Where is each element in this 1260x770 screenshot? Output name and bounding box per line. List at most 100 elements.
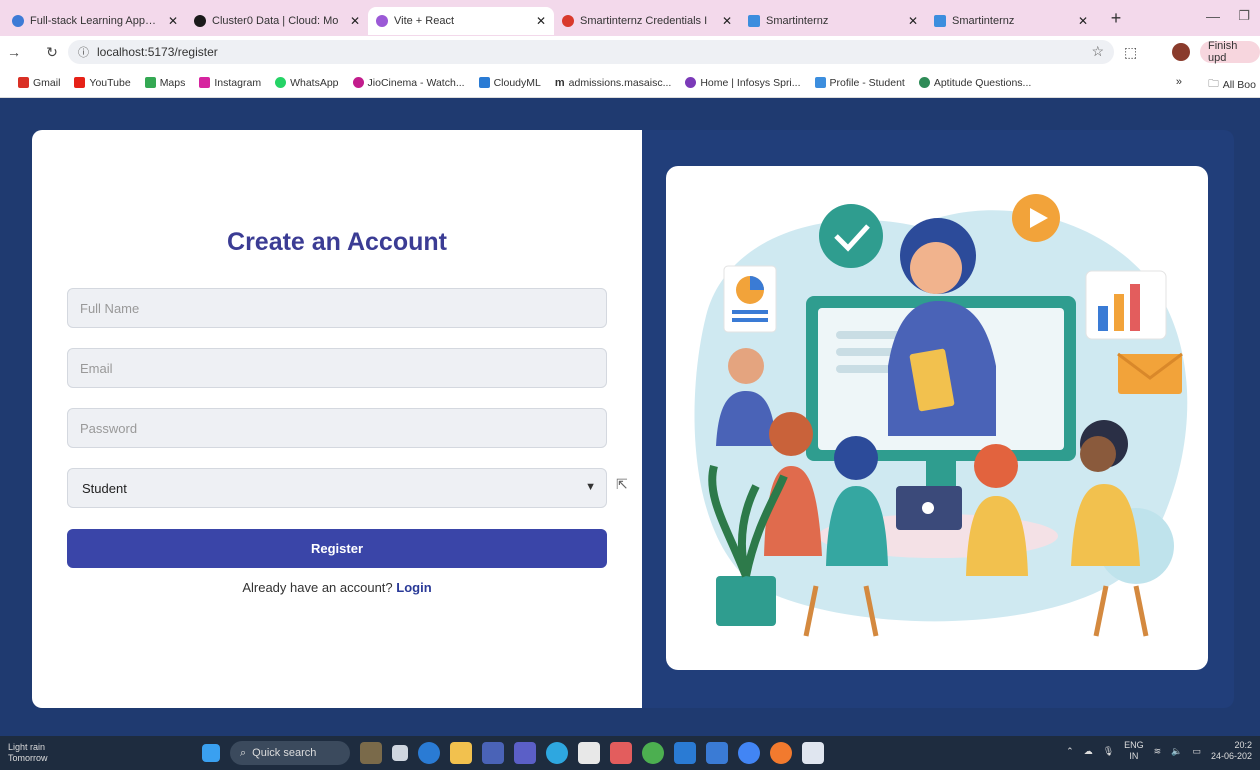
minimize-icon[interactable]: — — [1206, 8, 1220, 24]
teams-icon[interactable] — [514, 742, 536, 764]
volume-icon[interactable]: 🔈 — [1171, 746, 1182, 757]
bookmark-label: Aptitude Questions... — [933, 76, 1032, 89]
profile-icon — [814, 77, 826, 88]
google-icon[interactable] — [738, 742, 760, 764]
tab-fullstack[interactable]: Full-stack Learning App Sc ✕ — [4, 7, 186, 35]
new-tab-button[interactable]: + — [1104, 8, 1128, 29]
chevron-down-icon: ▼ — [585, 481, 596, 493]
bookmark-gmail[interactable]: Gmail — [18, 77, 60, 89]
bookmark-label: JioCinema - Watch... — [367, 76, 465, 89]
infosys-icon — [685, 77, 697, 88]
edge-icon[interactable] — [418, 742, 440, 764]
windows-start-icon[interactable] — [202, 744, 220, 762]
bookmark-infosys[interactable]: Home | Infosys Spri... — [685, 77, 801, 89]
tab-smartinternz[interactable]: Smartinternz ✕ — [740, 7, 926, 35]
bookmark-star-icon[interactable]: ☆ — [1091, 43, 1104, 60]
store-icon[interactable] — [482, 742, 504, 764]
bookmark-label: All Boo — [1222, 79, 1256, 91]
bookmarks-overflow-button[interactable]: » — [1176, 76, 1182, 88]
youtube-icon — [74, 77, 86, 88]
lang-code: ENG — [1124, 740, 1144, 750]
language-indicator[interactable]: ENG IN — [1124, 740, 1144, 762]
tab-title: Smartinternz Credentials I — [580, 15, 708, 27]
lang-region: IN — [1129, 751, 1139, 761]
vscode-icon[interactable] — [674, 742, 696, 764]
reload-icon[interactable]: ↻ — [40, 44, 64, 61]
bookmark-maps[interactable]: Maps — [144, 77, 185, 89]
close-icon[interactable]: ✕ — [722, 14, 732, 28]
calendar-icon[interactable] — [578, 742, 600, 764]
avatar[interactable] — [1172, 43, 1190, 61]
notes-icon[interactable] — [706, 742, 728, 764]
cloudyml-icon — [478, 77, 490, 88]
full-name-input[interactable] — [67, 288, 607, 328]
tab-favicon-icon — [562, 15, 574, 27]
bookmark-jiocinema[interactable]: JioCinema - Watch... — [352, 76, 465, 89]
weather-line: Tomorrow — [8, 753, 48, 763]
bookmark-cloudyml[interactable]: CloudyML — [478, 77, 541, 89]
instagram-icon — [199, 77, 211, 88]
tab-title: Full-stack Learning App Sc — [30, 15, 158, 27]
close-icon[interactable]: ✕ — [350, 14, 360, 28]
register-button[interactable]: Register — [67, 529, 607, 568]
taskbar-search[interactable]: ⌕ Quick search — [230, 741, 350, 765]
site-info-icon[interactable]: ⓘ — [78, 44, 89, 60]
weather-line: Light rain — [8, 742, 46, 752]
bookmark-instagram[interactable]: Instagram — [199, 77, 261, 89]
taskbar-apps: ⌕ Quick search — [202, 741, 824, 765]
tab-vite-react[interactable]: Vite + React ✕ — [368, 7, 554, 35]
close-icon[interactable]: ✕ — [1078, 14, 1088, 28]
task-view-icon[interactable] — [392, 745, 408, 761]
restore-icon[interactable]: ❐ — [1238, 8, 1250, 24]
postman-icon[interactable] — [770, 742, 792, 764]
role-selected-value: Student — [82, 480, 127, 496]
illustration-panel — [642, 130, 1234, 708]
url-text: localhost:5173/register — [97, 45, 218, 59]
clock-date: 24-06-202 — [1210, 751, 1252, 761]
finish-update-button[interactable]: Finish upd — [1200, 40, 1260, 64]
email-field[interactable] — [67, 348, 607, 388]
browser-icon[interactable] — [546, 742, 568, 764]
forward-icon[interactable]: → — [2, 44, 26, 60]
bookmark-profile[interactable]: Profile - Student — [814, 76, 905, 89]
file-explorer-icon[interactable] — [450, 742, 472, 764]
wifi-icon[interactable]: ≋ — [1154, 746, 1162, 757]
password-field[interactable] — [67, 408, 607, 448]
extensions-icon[interactable]: ⬚ — [1124, 44, 1137, 61]
login-link[interactable]: Login — [396, 580, 431, 595]
maps-icon — [144, 77, 156, 88]
page-title: Create an Account — [227, 228, 447, 256]
close-icon[interactable]: ✕ — [168, 14, 178, 28]
browser-tab-bar: Full-stack Learning App Sc ✕ Cluster0 Da… — [0, 0, 1260, 36]
masai-icon: m — [554, 76, 565, 89]
bookmark-whatsapp[interactable]: WhatsApp — [275, 76, 339, 89]
role-select[interactable]: Student ▼ — [67, 468, 607, 508]
tab-favicon-icon — [748, 15, 760, 27]
cloud-icon[interactable]: ☁ — [1084, 746, 1093, 757]
chevron-up-icon[interactable]: ⌃ — [1066, 746, 1074, 757]
tab-smartinternz-credentials[interactable]: Smartinternz Credentials I ✕ — [554, 7, 740, 35]
tab-favicon-icon — [12, 15, 24, 27]
tab-smartinternz-2[interactable]: Smartinternz ✕ — [926, 7, 1096, 35]
url-bar[interactable]: ⓘ localhost:5173/register ☆ — [68, 40, 1114, 64]
bookmark-label: Gmail — [33, 76, 61, 89]
widget-icon[interactable] — [360, 742, 382, 764]
bookmark-label: WhatsApp — [290, 76, 339, 89]
chrome-icon[interactable] — [642, 742, 664, 764]
bookmark-label: Profile - Student — [829, 76, 905, 89]
weather-widget[interactable]: Light rain Tomorrow — [8, 742, 48, 764]
clock[interactable]: 20:2 24-06-202 — [1211, 740, 1252, 762]
close-icon[interactable]: ✕ — [536, 14, 546, 28]
bookmark-masai[interactable]: m admissions.masaisc... — [555, 77, 671, 89]
bookmark-aptitude[interactable]: Aptitude Questions... — [918, 76, 1032, 89]
tab-title: Smartinternz — [952, 15, 1015, 27]
notepad-icon[interactable] — [802, 742, 824, 764]
battery-icon[interactable]: ▭ — [1192, 746, 1201, 757]
tab-cluster0[interactable]: Cluster0 Data | Cloud: Mo ✕ — [186, 7, 368, 35]
close-icon[interactable]: ✕ — [908, 14, 918, 28]
bookmark-youtube[interactable]: YouTube — [74, 77, 131, 89]
search-icon: ⌕ — [240, 746, 247, 759]
app-icon[interactable] — [610, 742, 632, 764]
microphone-icon[interactable]: 🎙 — [1103, 746, 1114, 757]
all-bookmarks-button[interactable]: 🗀 All Boo — [1208, 76, 1256, 94]
